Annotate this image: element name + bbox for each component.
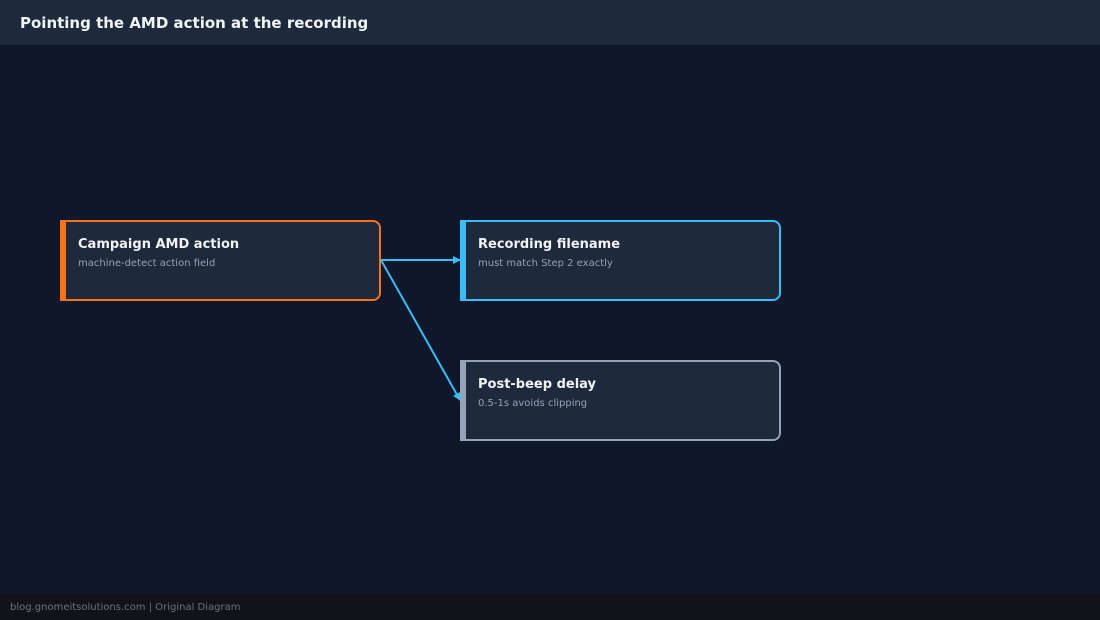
- node-title: Campaign AMD action: [78, 237, 240, 252]
- node-title: Post-beep delay: [478, 377, 597, 392]
- node-subtitle: must match Step 2 exactly: [478, 258, 613, 269]
- node-subtitle: 0.5-1s avoids clipping: [478, 398, 588, 409]
- node-post-beep-delay: Post-beep delay 0.5-1s avoids clipping: [460, 360, 781, 441]
- footer-credit: blog.gnomeitsolutions.com | Original Dia…: [10, 601, 241, 613]
- node-recording-filename: Recording filename must match Step 2 exa…: [460, 220, 781, 301]
- diagram-page: Pointing the AMD action at the recording…: [0, 0, 1100, 620]
- footer-bar: blog.gnomeitsolutions.com | Original Dia…: [0, 594, 1100, 620]
- edge-amd-to-delay: [380, 259, 461, 401]
- node-subtitle: machine-detect action field: [78, 258, 216, 269]
- edge-layer: [380, 256, 461, 401]
- node-title: Recording filename: [478, 237, 621, 252]
- node-campaign-amd-action: Campaign AMD action machine-detect actio…: [60, 220, 381, 301]
